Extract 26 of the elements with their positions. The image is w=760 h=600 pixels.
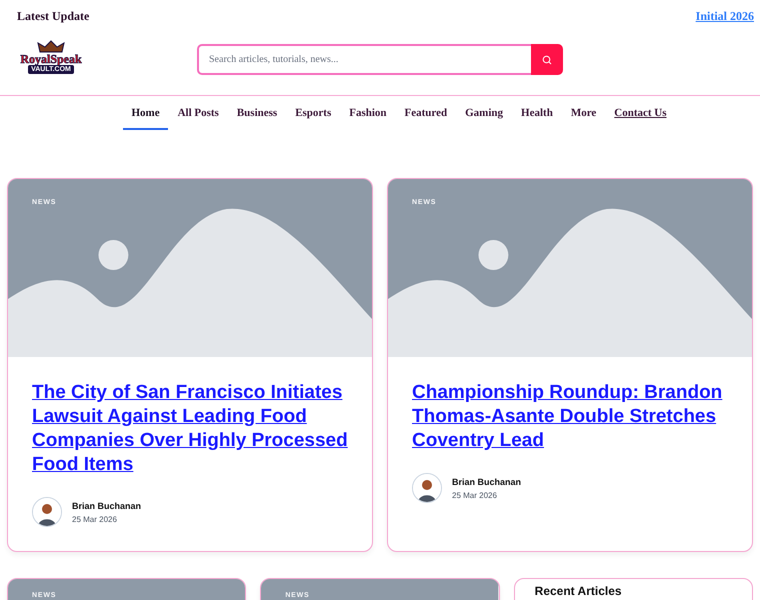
avatar — [32, 497, 62, 527]
post-date: 25 Mar 2026 — [452, 490, 498, 500]
nav-tab[interactable]: Health — [513, 96, 561, 130]
nav-tab[interactable]: Home — [123, 96, 168, 130]
nav-tab[interactable]: Featured — [396, 96, 456, 130]
search-button[interactable] — [531, 44, 563, 75]
article-title-link[interactable]: The City of San Francisco Initiates Lawsuit Against Leading Food Companies Over Highly Processed Food Items — [32, 381, 348, 477]
date-link[interactable]: Initial 2026 — [696, 8, 754, 24]
crown-icon — [36, 40, 66, 52]
avatar — [412, 473, 442, 503]
nav-tab[interactable]: Esports — [287, 96, 340, 130]
post-date: 25 Mar 2026 — [72, 514, 118, 524]
article-title-link[interactable]: Championship Roundup: Brandon Thomas-Asante Double Stretches Coventry Lead — [412, 381, 728, 453]
nav-tab[interactable]: Business — [228, 96, 286, 130]
latest-update-label: Latest Update — [17, 8, 90, 24]
author-name: Brian Buchanan — [72, 500, 142, 510]
search-icon — [542, 54, 552, 64]
author-name: Brian Buchanan — [452, 476, 522, 486]
nav-tab[interactable]: Gaming — [457, 96, 512, 130]
logo-name: RoyalSpeak — [20, 52, 82, 64]
sidebar-title: Recent Articles — [534, 584, 623, 598]
nav-tab[interactable]: Fashion — [341, 96, 395, 130]
nav-link[interactable]: Contact Us — [606, 96, 675, 130]
nav-tab[interactable]: More — [562, 96, 604, 130]
search-field[interactable]: Search articles, tutorials, news... — [197, 44, 531, 75]
nav-tab[interactable]: All Posts — [170, 96, 227, 130]
